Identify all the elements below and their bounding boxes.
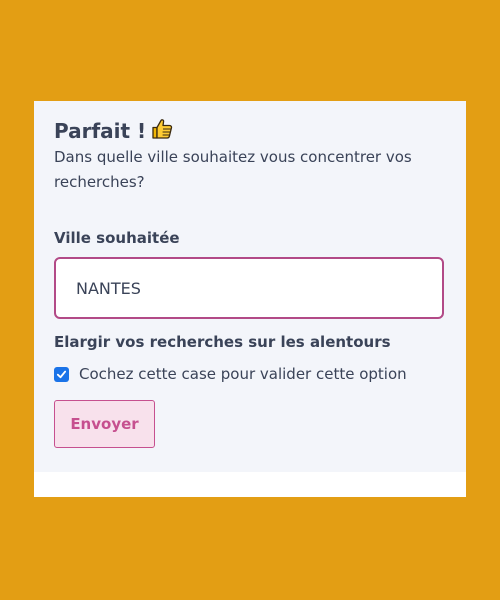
checkmark-icon <box>56 370 67 378</box>
intro-text: Dans quelle ville souhaitez vous concent… <box>54 148 412 191</box>
submit-button[interactable]: Envoyer <box>54 400 155 448</box>
form-title: Parfait ! <box>54 117 174 144</box>
search-form-card: Parfait ! Dans quelle ville souhaitez vo… <box>34 101 466 472</box>
city-input[interactable] <box>54 257 444 319</box>
widen-search-checkbox[interactable] <box>54 366 69 382</box>
thumbs-up-icon <box>152 119 173 139</box>
form-title-text: Parfait ! <box>54 119 147 143</box>
widen-search-option: Cochez cette case pour valider cette opt… <box>54 363 407 385</box>
widen-search-label: Elargir vos recherches sur les alentours <box>54 333 391 351</box>
city-field-label: Ville souhaitée <box>54 229 180 247</box>
card-container: Parfait ! Dans quelle ville souhaitez vo… <box>34 101 466 497</box>
checkbox-label[interactable]: Cochez cette case pour valider cette opt… <box>79 363 407 385</box>
